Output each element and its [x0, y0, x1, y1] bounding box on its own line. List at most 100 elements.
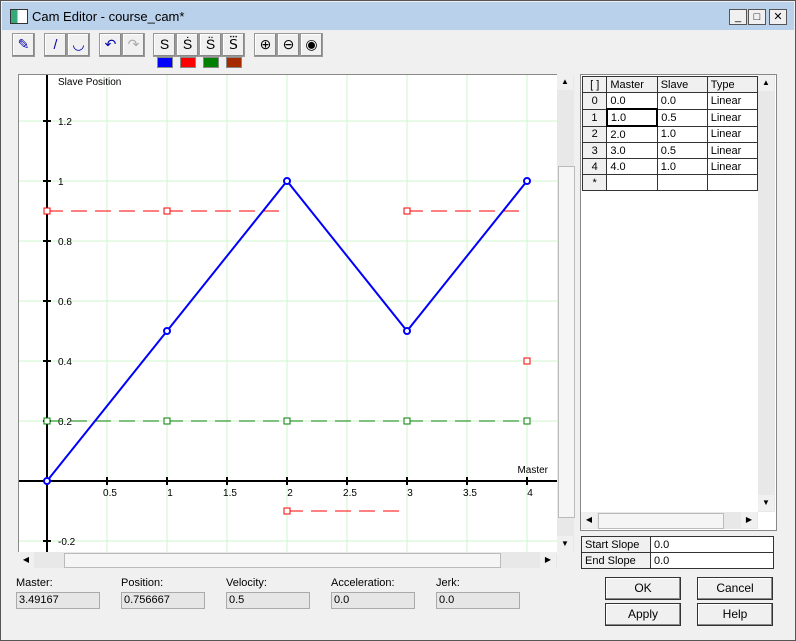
table-cell[interactable]: 1.0 — [656, 158, 708, 175]
acceleration-marker — [43, 417, 51, 425]
zoom-fit-button[interactable]: ◉ — [300, 33, 323, 57]
line-button[interactable]: / — [44, 33, 67, 57]
acceleration-marker — [523, 417, 531, 425]
cam-chart[interactable]: 0.5 1 1.5 2 2.5 3 3.5 4 1.2 1 0.8 0.6 0.4 0.2 -0.2 Slav… — [19, 60, 588, 553]
table-row[interactable]: 2 2.0 1.0 Linear — [581, 125, 759, 143]
readout-value: 0.5 — [226, 592, 310, 609]
position-s-button[interactable]: S — [153, 33, 176, 57]
ok-button[interactable]: OK — [605, 577, 681, 600]
table-cell[interactable]: 4.0 — [606, 158, 658, 175]
table-cell[interactable] — [606, 174, 658, 191]
acceleration-marker — [283, 417, 291, 425]
column-header[interactable]: Type — [706, 76, 759, 93]
scroll-up-arrow[interactable]: ▲ — [557, 74, 573, 90]
start-slope-input[interactable]: 0.0 — [650, 536, 774, 553]
table-cell[interactable]: Linear — [706, 92, 759, 110]
plot-horizontal-scrollbar[interactable]: ◀ ▶ — [18, 552, 557, 568]
table-vertical-scrollbar[interactable]: ▲ ▼ — [758, 75, 775, 512]
table-cell[interactable]: Linear — [706, 142, 759, 159]
table-cell[interactable]: Linear — [706, 125, 759, 143]
color-swatch[interactable] — [226, 57, 242, 68]
color-swatch[interactable] — [203, 57, 219, 68]
table-cell[interactable]: 2.0 — [606, 125, 658, 143]
apply-button[interactable]: Apply — [605, 603, 681, 626]
table-cell[interactable]: 0.5 — [656, 142, 708, 159]
row-header[interactable]: 0 — [581, 92, 608, 110]
column-header[interactable]: Slave — [656, 76, 708, 93]
end-slope-input[interactable]: 0.0 — [650, 552, 774, 569]
color-swatch[interactable] — [157, 57, 173, 68]
acceleration-marker — [163, 417, 171, 425]
row-header[interactable]: 1 — [581, 108, 608, 127]
y-tick-label: 0.8 — [58, 237, 72, 248]
line-icon: / — [53, 36, 58, 52]
table-cell[interactable] — [656, 174, 708, 191]
position-point — [43, 477, 51, 485]
row-header[interactable]: * — [581, 174, 608, 191]
table-cell[interactable]: Linear — [706, 158, 759, 175]
table-cell[interactable]: 0.0 — [606, 92, 658, 110]
plot-area[interactable]: 0.5 1 1.5 2 2.5 3 3.5 4 1.2 1 0.8 0.6 0.4 0.2 -0.2 Slav… — [18, 60, 588, 553]
scroll-left-arrow[interactable]: ◀ — [18, 552, 34, 568]
y-tick-label: 0.4 — [58, 357, 72, 368]
table-cell[interactable]: 1.0 — [605, 108, 659, 127]
x-tick-label: 0.5 — [103, 488, 117, 499]
table-row[interactable]: 3 3.0 0.5 Linear — [581, 142, 759, 159]
scroll-up-arrow[interactable]: ▲ — [758, 75, 774, 91]
table-cell[interactable]: 1.0 — [656, 125, 708, 143]
scroll-thumb[interactable] — [64, 553, 501, 568]
undo-button[interactable]: ↶ — [99, 33, 122, 57]
position-point — [523, 177, 531, 185]
minimize-button[interactable]: _ — [729, 9, 747, 25]
scroll-down-arrow[interactable]: ▼ — [758, 495, 774, 511]
table-row[interactable]: 4 4.0 1.0 Linear — [581, 158, 759, 175]
acceleration-s-button[interactable]: S̈ — [199, 33, 222, 57]
acceleration-s-icon: S̈ — [205, 36, 216, 52]
velocity-marker — [43, 207, 51, 215]
table-cell[interactable]: 0.5 — [656, 108, 708, 127]
readout-label: Acceleration: — [331, 577, 395, 589]
row-header[interactable]: 4 — [581, 158, 608, 175]
table-cell[interactable]: Linear — [706, 108, 759, 127]
help-button[interactable]: Help — [697, 603, 773, 626]
velocity-marker — [523, 357, 531, 365]
table-cell[interactable]: 0.0 — [656, 92, 708, 110]
x-tick-label: 4 — [527, 488, 533, 499]
table-row[interactable]: 1 1.0 0.5 Linear — [581, 108, 759, 127]
maximize-button[interactable]: □ — [748, 9, 766, 25]
readout-label: Master: — [16, 577, 53, 589]
jerk-s-button[interactable]: S⃛ — [222, 33, 245, 57]
color-swatch[interactable] — [180, 57, 196, 68]
table-horizontal-scrollbar[interactable]: ◀ ▶ — [581, 512, 758, 529]
plot-vertical-scrollbar[interactable]: ▲ ▼ — [557, 74, 575, 552]
table-row[interactable]: * — [581, 174, 759, 191]
position-point — [403, 327, 411, 335]
velocity-s-button[interactable]: Ṡ — [176, 33, 199, 57]
table-row[interactable]: 0 0.0 0.0 Linear — [581, 92, 759, 110]
start-slope-label: Start Slope — [581, 536, 651, 553]
scroll-right-arrow[interactable]: ▶ — [741, 512, 757, 528]
acceleration-marker — [403, 417, 411, 425]
edit-point-button[interactable]: ✎ — [12, 33, 35, 57]
redo-button[interactable]: ↷ — [122, 33, 145, 57]
y-tick-label: 1.2 — [58, 117, 72, 128]
scroll-left-arrow[interactable]: ◀ — [581, 512, 597, 528]
row-header[interactable]: 2 — [581, 125, 608, 143]
column-header[interactable]: Master — [606, 76, 658, 93]
table-cell[interactable] — [706, 174, 759, 191]
y-tick-label: 1 — [58, 177, 64, 188]
scroll-thumb[interactable] — [598, 513, 724, 529]
column-header[interactable]: [ ] — [581, 76, 608, 93]
velocity-marker — [283, 507, 291, 515]
zoom-in-button[interactable]: ⊕ — [254, 33, 277, 57]
end-slope-label: End Slope — [581, 552, 651, 569]
cancel-button[interactable]: Cancel — [697, 577, 773, 600]
scroll-down-arrow[interactable]: ▼ — [557, 536, 573, 552]
zoom-out-button[interactable]: ⊖ — [277, 33, 300, 57]
close-button[interactable]: ✕ — [769, 9, 787, 25]
row-header[interactable]: 3 — [581, 142, 608, 159]
scroll-thumb[interactable] — [558, 166, 575, 518]
table-cell[interactable]: 3.0 — [606, 142, 658, 159]
curve-button[interactable]: ◡ — [67, 33, 90, 57]
scroll-right-arrow[interactable]: ▶ — [540, 552, 556, 568]
